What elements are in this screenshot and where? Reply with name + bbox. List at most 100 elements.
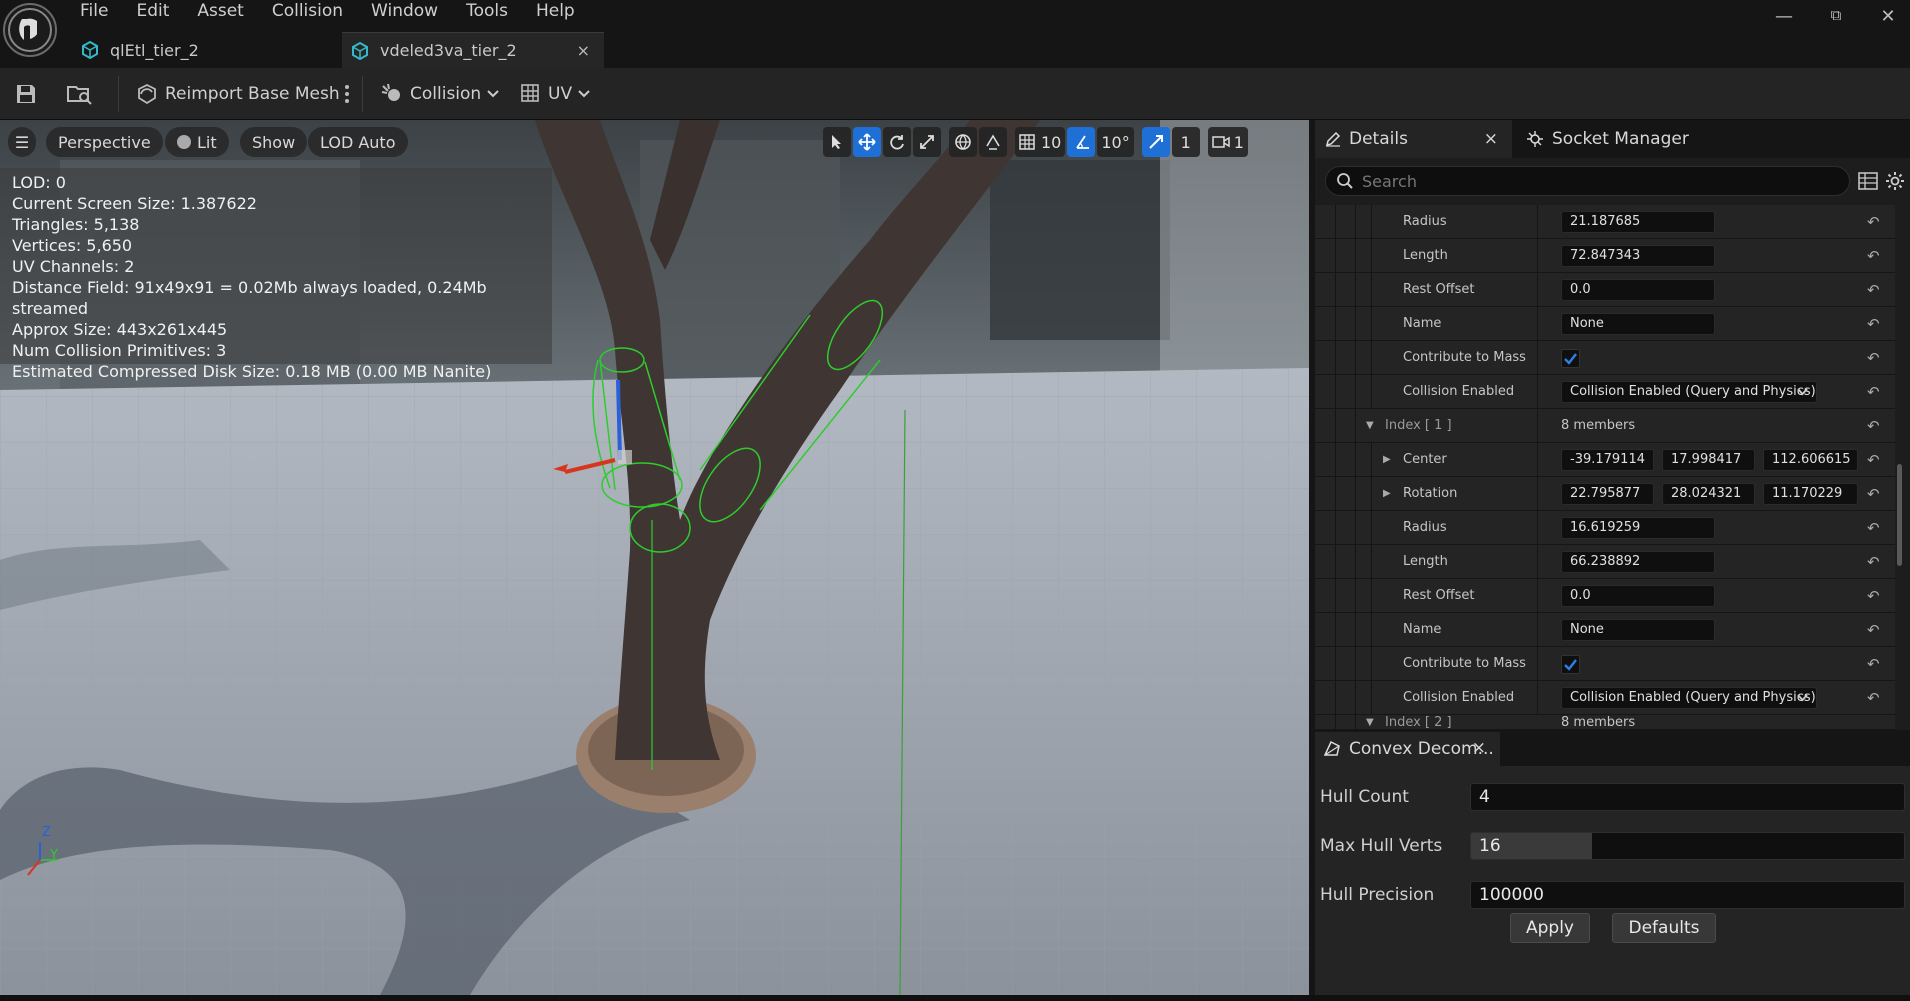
close-tab-icon[interactable]: × [1484,129,1498,149]
max-hull-verts-slider[interactable]: 16 [1470,832,1905,860]
table-view-icon[interactable] [1858,172,1878,190]
reset-arrow-icon[interactable]: ↶ [1867,545,1880,579]
reimport-button[interactable]: Reimport Base Mesh [135,78,340,110]
hull-precision-input[interactable]: 100000 [1470,881,1905,909]
stat-line: Triangles: 5,138 [12,215,140,234]
camera-speed-button[interactable]: 1 [1207,127,1248,157]
maximize-button[interactable]: ⧉ [1822,6,1850,28]
reset-arrow-icon[interactable]: ↶ [1867,239,1880,273]
more-options-button[interactable] [341,78,353,110]
tab-socket-manager[interactable]: Socket Manager [1518,120,1689,158]
reset-arrow-icon[interactable]: ↶ [1867,443,1880,477]
expanded-arrow-icon[interactable]: ▼ [1366,715,1374,729]
radius-field[interactable]: 16.619259 [1561,517,1715,539]
menu-tools[interactable]: Tools [452,0,522,22]
axis-z-label: Z [42,825,51,840]
property-row-index-2[interactable]: ▼ Index [ 2 ] 8 members [1315,715,1895,730]
reset-arrow-icon[interactable]: ↶ [1867,511,1880,545]
world-space-button[interactable] [949,127,977,157]
reset-arrow-icon[interactable]: ↶ [1867,579,1880,613]
tab-convex-decomposition[interactable]: Convex Decom... × [1315,732,1500,766]
length-field[interactable]: 72.847343 [1561,245,1715,267]
contribute-to-mass-checkbox[interactable] [1561,349,1580,368]
unreal-logo[interactable] [3,3,57,57]
translate-mode-button[interactable] [853,127,881,157]
gear-icon[interactable] [1885,171,1905,191]
tab-asset-1[interactable]: qlEtl_tier_2 [80,32,330,68]
center-x-field[interactable]: -39.179114 [1561,449,1654,471]
rotate-mode-button[interactable] [883,127,911,157]
viewport-menu-button[interactable]: ☰ [8,127,36,157]
apply-button[interactable]: Apply [1510,913,1590,943]
reset-arrow-icon[interactable]: ↶ [1867,341,1880,375]
browse-button[interactable] [66,78,98,110]
rotation-y-field[interactable]: 28.024321 [1662,483,1755,505]
close-tab-icon[interactable]: × [1472,738,1486,758]
center-y-field[interactable]: 17.998417 [1662,449,1755,471]
collapsed-arrow-icon[interactable]: ▶ [1383,443,1391,477]
name-field[interactable]: None [1561,619,1715,641]
folder-search-icon [66,82,94,106]
rotation-z-field[interactable]: 11.170229 [1763,483,1858,505]
scale-snap-toggle[interactable] [1141,127,1170,157]
reset-arrow-icon[interactable]: ↶ [1867,647,1880,681]
reset-arrow-icon[interactable]: ↶ [1867,375,1880,409]
name-field[interactable]: None [1561,313,1715,335]
tab-asset-2[interactable]: vdeled3va_tier_2 × [342,32,604,68]
details-panel: Details × Socket Manager Search Radius 2… [1315,120,1910,730]
rest-offset-field[interactable]: 0.0 [1561,585,1715,607]
reset-arrow-icon[interactable]: ↶ [1867,477,1880,511]
menu-window[interactable]: Window [357,0,452,22]
reset-arrow-icon[interactable]: ↶ [1867,613,1880,647]
search-input[interactable]: Search [1325,166,1850,196]
contribute-to-mass-checkbox[interactable] [1561,655,1580,674]
viewport-transform-tools: 10 10° 1 1 [823,126,1250,158]
close-window-button[interactable]: ✕ [1874,6,1902,28]
select-mode-button[interactable] [823,127,851,157]
property-row-index-1[interactable]: ▼ Index [ 1 ] 8 members ↶ [1315,409,1895,443]
reset-arrow-icon[interactable]: ↶ [1867,307,1880,341]
collapsed-arrow-icon[interactable]: ▶ [1383,477,1391,511]
chevron-down-icon [578,90,590,98]
menu-asset[interactable]: Asset [183,0,257,22]
menu-edit[interactable]: Edit [122,0,183,22]
minimize-button[interactable]: — [1770,6,1798,28]
hull-count-input[interactable]: 4 [1470,783,1905,811]
lit-button[interactable]: Lit [165,127,229,157]
expanded-arrow-icon[interactable]: ▼ [1366,409,1374,443]
reset-arrow-icon[interactable]: ↶ [1867,681,1880,715]
reset-arrow-icon[interactable]: ↶ [1867,273,1880,307]
lod-button[interactable]: LOD Auto [308,127,408,157]
reset-arrow-icon[interactable]: ↶ [1867,205,1880,239]
scale-snap-value[interactable]: 1 [1171,127,1200,157]
show-button[interactable]: Show [240,127,308,157]
details-scrollbar[interactable] [1897,464,1902,566]
tab-details[interactable]: Details × [1315,120,1512,158]
grid-snap-button[interactable]: 10 [1015,127,1066,157]
close-tab-icon[interactable]: × [577,41,590,60]
scale-mode-button[interactable] [913,127,941,157]
property-row-length: Length 66.238892 ↶ [1315,545,1895,579]
menu-help[interactable]: Help [522,0,589,22]
rotation-snap-value[interactable]: 10° [1097,127,1134,157]
collision-enabled-dropdown[interactable]: Collision Enabled (Query and Physics) [1561,687,1817,709]
viewport[interactable]: Z Y ☰ Perspective Lit Show LOD Auto LOD:… [0,120,1309,995]
rotation-snap-toggle[interactable] [1067,127,1096,157]
reset-arrow-icon[interactable]: ↶ [1867,409,1880,443]
uv-dropdown[interactable]: UV [520,78,590,110]
stat-line: Approx Size: 443x261x445 [12,320,228,339]
surface-snap-button[interactable] [979,127,1007,157]
length-field[interactable]: 66.238892 [1561,551,1715,573]
collision-dropdown[interactable]: Collision [380,78,499,110]
menu-collision[interactable]: Collision [258,0,357,22]
perspective-button[interactable]: Perspective [46,127,163,157]
save-button[interactable] [14,78,42,110]
menu-file[interactable]: File [66,0,122,22]
rest-offset-field[interactable]: 0.0 [1561,279,1715,301]
defaults-button[interactable]: Defaults [1612,913,1716,943]
property-row-radius: Radius 16.619259 ↶ [1315,511,1895,545]
radius-field[interactable]: 21.187685 [1561,211,1715,233]
rotation-x-field[interactable]: 22.795877 [1561,483,1654,505]
collision-enabled-dropdown[interactable]: Collision Enabled (Query and Physics) [1561,381,1817,403]
center-z-field[interactable]: 112.606615 [1763,449,1858,471]
